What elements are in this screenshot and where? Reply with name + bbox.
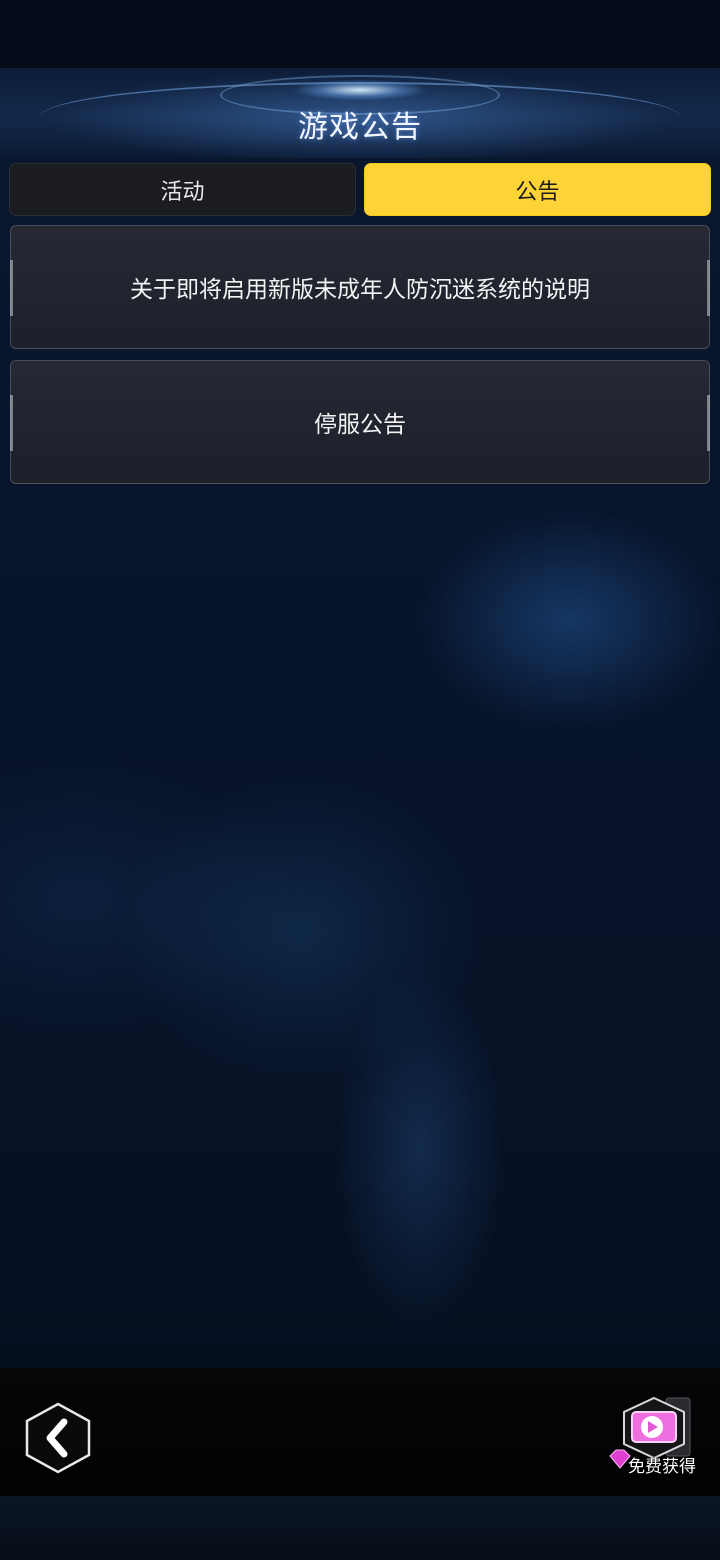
notice-edge-right bbox=[707, 395, 710, 451]
back-button[interactable] bbox=[24, 1402, 92, 1474]
notice-edge-left bbox=[10, 395, 13, 451]
tab-announcement[interactable]: 公告 bbox=[364, 163, 711, 216]
notice-item-maintenance[interactable]: 停服公告 bbox=[10, 360, 710, 484]
free-reward-label: 免费获得 bbox=[628, 1457, 696, 1477]
status-bar-area bbox=[0, 0, 720, 68]
notice-item-anti-addiction[interactable]: 关于即将启用新版未成年人防沉迷系统的说明 bbox=[10, 225, 710, 349]
game-notice-screen: 游戏公告 活动 公告 关于即将启用新版未成年人防沉迷系统的说明 停服公告 免费获… bbox=[0, 0, 720, 1560]
notice-edge-left bbox=[10, 260, 13, 316]
tab-activity[interactable]: 活动 bbox=[9, 163, 356, 216]
notice-edge-right bbox=[707, 260, 710, 316]
chevron-left-icon bbox=[25, 1402, 91, 1474]
tab-announcement-label: 公告 bbox=[515, 179, 560, 205]
bottom-decoration-strip bbox=[0, 1496, 720, 1560]
notice-title: 关于即将启用新版未成年人防沉迷系统的说明 bbox=[130, 277, 590, 303]
notice-title: 停服公告 bbox=[314, 412, 406, 438]
tab-activity-label: 活动 bbox=[160, 179, 205, 205]
page-title: 游戏公告 bbox=[298, 110, 422, 145]
